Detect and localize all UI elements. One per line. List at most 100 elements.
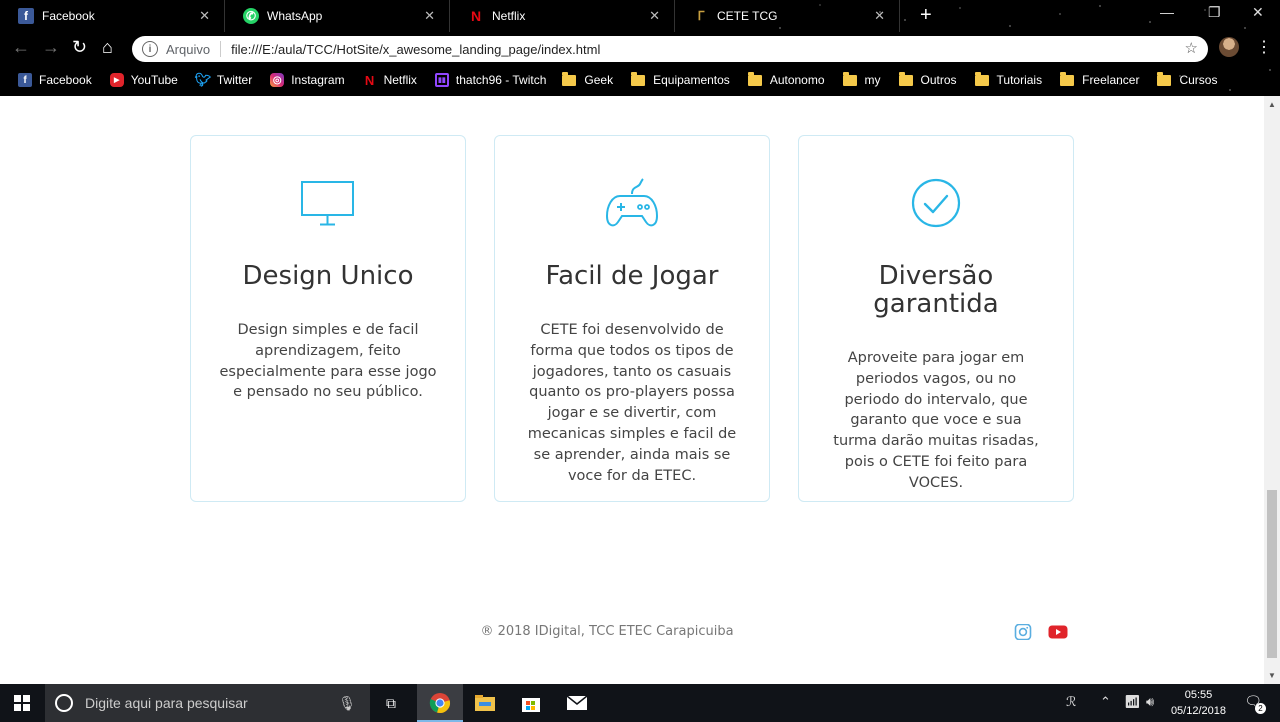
bookmark-label: my	[864, 73, 881, 87]
bookmark-label: Facebook	[39, 73, 92, 87]
bookmark-instagram[interactable]: ◎ Instagram	[270, 73, 345, 87]
facebook-icon: f	[18, 73, 32, 87]
bookmark-folder-geek[interactable]: Geek	[562, 71, 614, 87]
taskbar-search-box[interactable]: Digite aqui para pesquisar 🎙︎	[45, 684, 370, 722]
minimize-icon[interactable]: —	[1160, 4, 1174, 20]
facebook-icon: f	[18, 8, 34, 24]
mail-icon[interactable]	[564, 690, 590, 716]
people-icon[interactable]: ℛ	[1066, 694, 1076, 710]
task-view-icon[interactable]: ⧉	[378, 690, 404, 716]
bookmark-label: Autonomo	[769, 73, 825, 87]
tab-title: WhatsApp	[267, 9, 323, 23]
bookmarks-bar: f Facebook ▶ YouTube 🐦︎ Twitter ◎ Instagram …	[0, 66, 1217, 94]
bookmark-label: Tutoriais	[996, 73, 1043, 87]
tab-strip: f Facebook ✕ ✆ WhatsApp ✕ N Netflix ✕ ᒥ …	[0, 0, 900, 32]
folder-icon	[747, 71, 762, 86]
bookmark-label: YouTube	[130, 73, 178, 87]
profile-avatar[interactable]	[1219, 37, 1239, 57]
bookmark-folder-tutoriais[interactable]: Tutoriais	[974, 71, 1043, 87]
bookmark-folder-equipamentos[interactable]: Equipamentos	[631, 71, 730, 87]
feature-card-design: Design Unico Design simples e de facil a…	[190, 135, 466, 502]
divider	[220, 41, 222, 57]
landing-page: Design Unico Design simples e de facil a…	[0, 96, 1264, 684]
tab-facebook[interactable]: f Facebook ✕	[0, 0, 225, 32]
bookmark-folder-outros[interactable]: Outros	[898, 71, 957, 87]
feature-card-gameplay: Facil de Jogar CETE foi desenvolvido de …	[494, 135, 770, 502]
reload-icon[interactable]: ↻	[72, 37, 87, 58]
bookmark-star-icon[interactable]: ☆	[1185, 39, 1198, 57]
close-icon[interactable]: ✕	[424, 8, 435, 24]
volume-icon[interactable]: 🔊︎	[1146, 694, 1154, 710]
scroll-down-icon[interactable]: ▼	[1268, 671, 1276, 680]
bookmark-label: Geek	[584, 73, 614, 87]
restore-icon[interactable]: ❐	[1208, 4, 1221, 21]
tab-title: Netflix	[492, 9, 526, 23]
youtube-icon[interactable]	[1048, 624, 1068, 640]
info-icon[interactable]: i	[142, 41, 158, 57]
wifi-icon[interactable]: 📶︎	[1124, 694, 1141, 710]
chevron-up-icon[interactable]: ⌃	[1100, 694, 1111, 710]
bookmark-youtube[interactable]: ▶ YouTube	[109, 73, 178, 87]
folder-icon	[974, 71, 989, 86]
bookmark-label: Freelancer	[1082, 73, 1140, 87]
folder-icon	[1157, 71, 1172, 86]
bookmark-folder-autonomo[interactable]: Autonomo	[747, 71, 825, 87]
twitter-icon: 🐦︎	[194, 72, 212, 87]
menu-icon[interactable]: ⋮	[1256, 37, 1272, 57]
feature-text: CETE foi desenvolvido de forma que todos…	[527, 322, 737, 484]
check-circle-icon	[911, 178, 961, 228]
back-icon[interactable]: ←	[12, 37, 30, 58]
tab-cete-tcg[interactable]: ᒥ CETE TCG ✕	[675, 0, 900, 32]
tab-title: Facebook	[42, 9, 95, 23]
bookmark-folder-my[interactable]: my	[842, 71, 881, 87]
windows-start-icon[interactable]	[14, 695, 30, 711]
bookmark-folder-cursos[interactable]: Cursos	[1157, 71, 1217, 87]
browser-toolbar: ← → ↻ ⌂ i Arquivo file:///E:/aula/TCC/Ho…	[0, 32, 1280, 66]
close-icon[interactable]: ✕	[199, 8, 210, 24]
whatsapp-icon: ✆	[243, 8, 259, 24]
youtube-icon: ▶	[109, 73, 124, 87]
instagram-icon[interactable]	[1014, 624, 1032, 640]
instagram-icon: ◎	[270, 73, 285, 87]
netflix-icon: N	[364, 72, 375, 88]
tab-netflix[interactable]: N Netflix ✕	[450, 0, 675, 32]
folder-icon	[562, 71, 577, 86]
feature-text: Design simples e de facil aprendizagem, …	[219, 322, 437, 401]
clock-time: 05:55	[1184, 689, 1213, 701]
bookmark-label: Equipamentos	[653, 73, 730, 87]
bookmark-twitch[interactable]: ▮▮ thatch96 - Twitch	[434, 73, 546, 87]
tab-whatsapp[interactable]: ✆ WhatsApp ✕	[225, 0, 450, 32]
cete-icon: ᒥ	[697, 9, 705, 23]
forward-icon[interactable]: →	[42, 37, 60, 58]
folder-icon	[898, 71, 913, 86]
file-explorer-icon[interactable]	[472, 690, 498, 716]
bookmark-twitter[interactable]: 🐦︎ Twitter	[194, 72, 253, 87]
window-close-icon[interactable]: ✕	[1252, 4, 1264, 21]
feature-title: Design Unico	[242, 261, 414, 291]
notification-count-badge: 2	[1255, 703, 1266, 714]
store-icon[interactable]	[518, 690, 544, 716]
bookmark-label: Outros	[920, 73, 957, 87]
home-icon[interactable]: ⌂	[102, 37, 113, 58]
scrollbar-thumb[interactable]	[1267, 490, 1277, 658]
new-tab-button[interactable]: +	[920, 4, 932, 27]
netflix-icon: N	[470, 8, 482, 24]
close-icon[interactable]: ✕	[649, 8, 660, 24]
address-bar[interactable]: i Arquivo file:///E:/aula/TCC/HotSite/x_…	[132, 36, 1208, 62]
address-url[interactable]: file:///E:/aula/TCC/HotSite/x_awesome_la…	[231, 42, 600, 57]
system-clock[interactable]: 05:55 05/12/2018	[1171, 687, 1226, 719]
cortana-icon[interactable]	[55, 694, 73, 712]
address-scheme-label: Arquivo	[166, 41, 211, 57]
search-placeholder: Digite aqui para pesquisar	[85, 695, 248, 711]
chrome-icon[interactable]	[427, 690, 453, 716]
tab-title: CETE TCG	[717, 9, 778, 23]
scroll-up-icon[interactable]: ▲	[1268, 100, 1276, 109]
bookmark-facebook[interactable]: f Facebook	[18, 73, 92, 87]
close-icon[interactable]: ✕	[874, 8, 885, 24]
microphone-icon[interactable]: 🎙︎	[338, 695, 356, 712]
bookmark-netflix[interactable]: N Netflix	[363, 72, 417, 88]
bookmark-folder-freelancer[interactable]: Freelancer	[1060, 71, 1140, 87]
clock-date: 05/12/2018	[1170, 705, 1226, 717]
page-scrollbar[interactable]: ▲ ▼	[1264, 96, 1280, 684]
folder-icon	[842, 71, 857, 86]
